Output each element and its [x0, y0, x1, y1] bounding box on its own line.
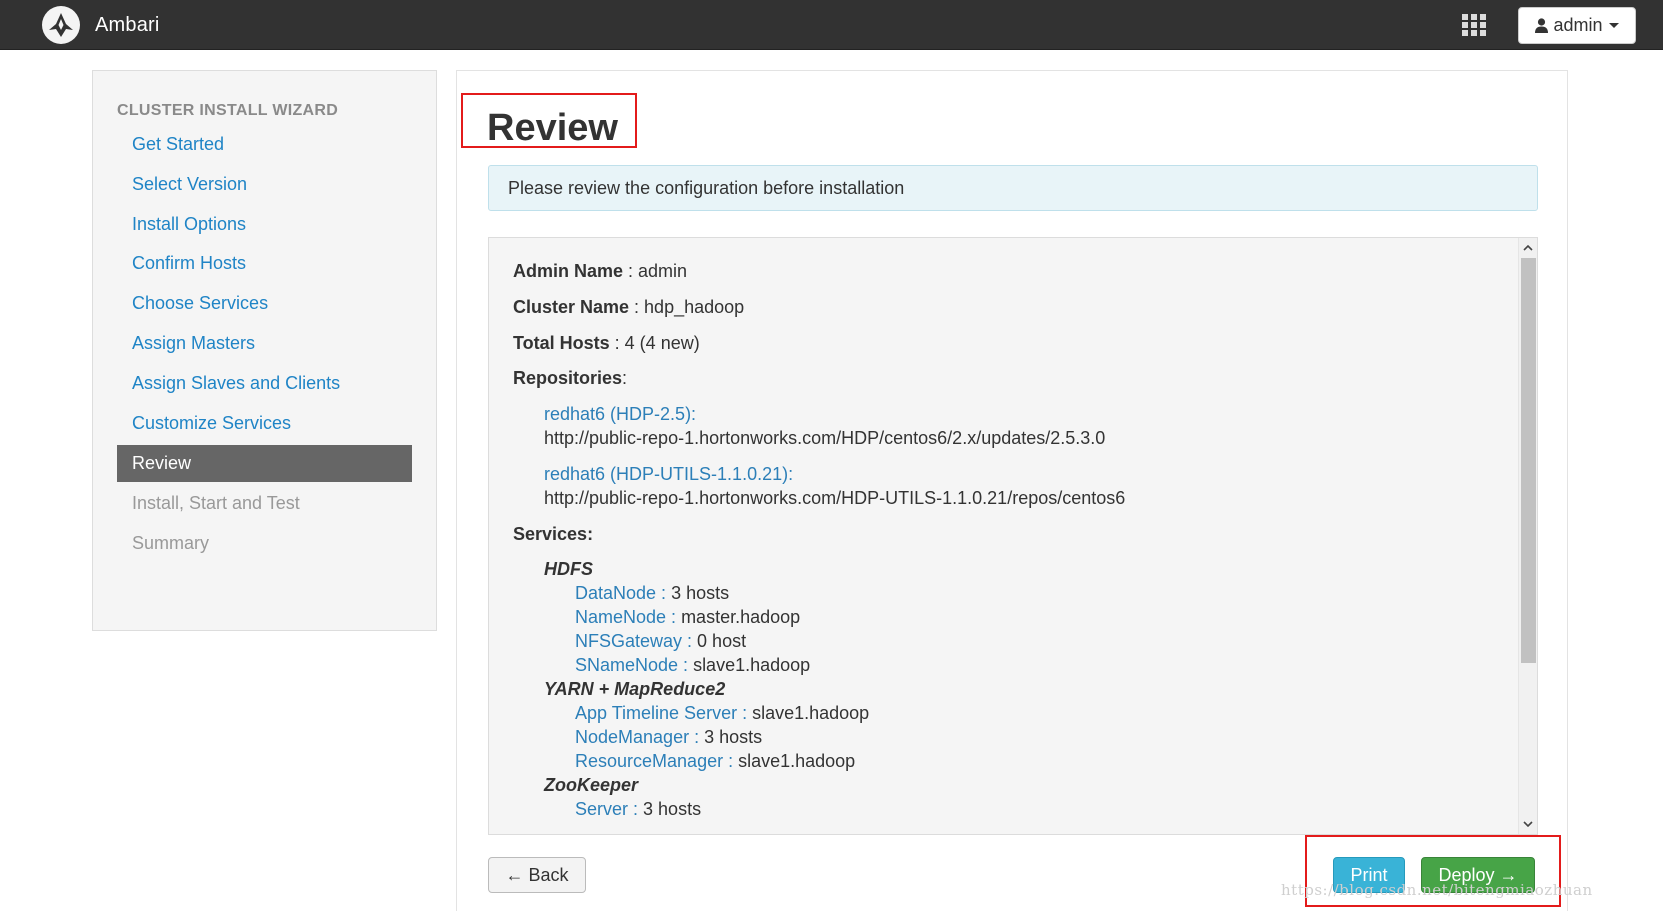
main-panel: Review Please review the configuration b…	[456, 70, 1568, 911]
wizard-step-install-start-test: Install, Start and Test	[132, 493, 300, 513]
component-name: NameNode :	[575, 607, 682, 627]
component-name: Server :	[575, 799, 644, 819]
wizard-step-install-options[interactable]: Install Options	[117, 206, 412, 243]
app-name: Ambari	[95, 13, 160, 36]
wizard-step-assign-slaves[interactable]: Assign Slaves and Clients	[117, 365, 412, 402]
user-menu-button[interactable]: admin	[1518, 7, 1636, 44]
wizard-nav: CLUSTER INSTALL WIZARD Get Started Selec…	[92, 70, 437, 631]
total-hosts-row: Total Hosts : 4 (4 new)	[513, 333, 700, 354]
repositories-colon: :	[622, 368, 628, 388]
user-menu-label: admin	[1553, 15, 1603, 35]
component-value: 3 hosts	[671, 583, 730, 603]
wizard-title: CLUSTER INSTALL WIZARD	[117, 102, 339, 119]
ambari-logo-icon	[42, 6, 80, 44]
admin-name-value: : admin	[623, 261, 688, 281]
scroll-up-icon[interactable]	[1519, 239, 1537, 257]
repo-url: http://public-repo-1.hortonworks.com/HDP…	[544, 428, 1106, 448]
component-value: master.hadoop	[681, 607, 801, 627]
scroll-down-icon[interactable]	[1519, 815, 1537, 833]
admin-name-label: Admin Name	[513, 261, 624, 281]
repo-url: http://public-repo-1.hortonworks.com/HDP…	[544, 488, 1126, 508]
wizard-step-get-started[interactable]: Get Started	[117, 126, 412, 163]
repositories-row: Repositories:	[513, 368, 627, 389]
scroll-thumb[interactable]	[1521, 258, 1536, 663]
component-row: NodeManager : 3 hosts	[575, 727, 762, 748]
services-row: Services:	[513, 524, 593, 545]
user-icon	[1535, 18, 1549, 33]
apps-grid-icon[interactable]	[1462, 14, 1486, 36]
total-hosts-value: : 4 (4 new)	[609, 333, 700, 353]
review-scrollbar[interactable]	[1518, 238, 1537, 834]
wizard-step-select-version[interactable]: Select Version	[117, 166, 412, 203]
repo-name: redhat6 (HDP-2.5):	[544, 404, 697, 424]
brand[interactable]: Ambari	[42, 6, 160, 44]
wizard-step-choose-services[interactable]: Choose Services	[117, 285, 412, 322]
repositories-label: Repositories	[513, 368, 623, 388]
page-title: Review	[487, 107, 618, 149]
admin-name-row: Admin Name : admin	[513, 261, 687, 282]
component-row: ResourceManager : slave1.hadoop	[575, 751, 855, 772]
component-row: Server : 3 hosts	[575, 799, 701, 820]
review-summary-box[interactable]: Admin Name : admin Cluster Name : hdp_ha…	[488, 237, 1538, 835]
component-row: DataNode : 3 hosts	[575, 583, 729, 604]
component-row: SNameNode : slave1.hadoop	[575, 655, 810, 676]
wizard-step-assign-masters[interactable]: Assign Masters	[117, 325, 412, 362]
top-navbar: Ambari admin	[0, 0, 1663, 50]
component-value: 0 host	[697, 631, 747, 651]
component-value: slave1.hadoop	[752, 703, 870, 723]
cluster-name-row: Cluster Name : hdp_hadoop	[513, 297, 744, 318]
wizard-step-review[interactable]: Review	[117, 445, 412, 482]
service-name: HDFS	[544, 559, 593, 579]
component-row: NameNode : master.hadoop	[575, 607, 800, 628]
wizard-step-customize-services[interactable]: Customize Services	[117, 405, 412, 442]
info-alert-text: Please review the configuration before i…	[508, 177, 905, 198]
component-name: DataNode :	[575, 583, 672, 603]
cluster-name-value: : hdp_hadoop	[629, 297, 745, 317]
total-hosts-label: Total Hosts	[513, 333, 610, 353]
cluster-name-label: Cluster Name	[513, 297, 630, 317]
service-name: ZooKeeper	[544, 775, 639, 795]
component-value: slave1.hadoop	[738, 751, 856, 771]
caret-down-icon	[1608, 23, 1619, 28]
component-value: slave1.hadoop	[693, 655, 811, 675]
component-row: NFSGateway : 0 host	[575, 631, 746, 652]
component-name: NFSGateway :	[575, 631, 698, 651]
info-alert: Please review the configuration before i…	[488, 165, 1538, 211]
component-name: App Timeline Server :	[575, 703, 753, 723]
component-value: 3 hosts	[643, 799, 702, 819]
watermark: https://blog.csdn.net/bitengmiaozhuan	[1281, 881, 1593, 899]
services-label: Services:	[513, 524, 594, 544]
service-name: YARN + MapReduce2	[544, 679, 726, 699]
component-value: 3 hosts	[704, 727, 763, 747]
component-row: App Timeline Server : slave1.hadoop	[575, 703, 869, 724]
back-button[interactable]: ← Back	[488, 857, 586, 893]
wizard-step-confirm-hosts[interactable]: Confirm Hosts	[117, 245, 412, 282]
component-name: NodeManager :	[575, 727, 705, 747]
repo-name: redhat6 (HDP-UTILS-1.1.0.21):	[544, 464, 794, 484]
component-name: SNameNode :	[575, 655, 694, 675]
component-name: ResourceManager :	[575, 751, 739, 771]
wizard-step-summary: Summary	[132, 533, 210, 553]
